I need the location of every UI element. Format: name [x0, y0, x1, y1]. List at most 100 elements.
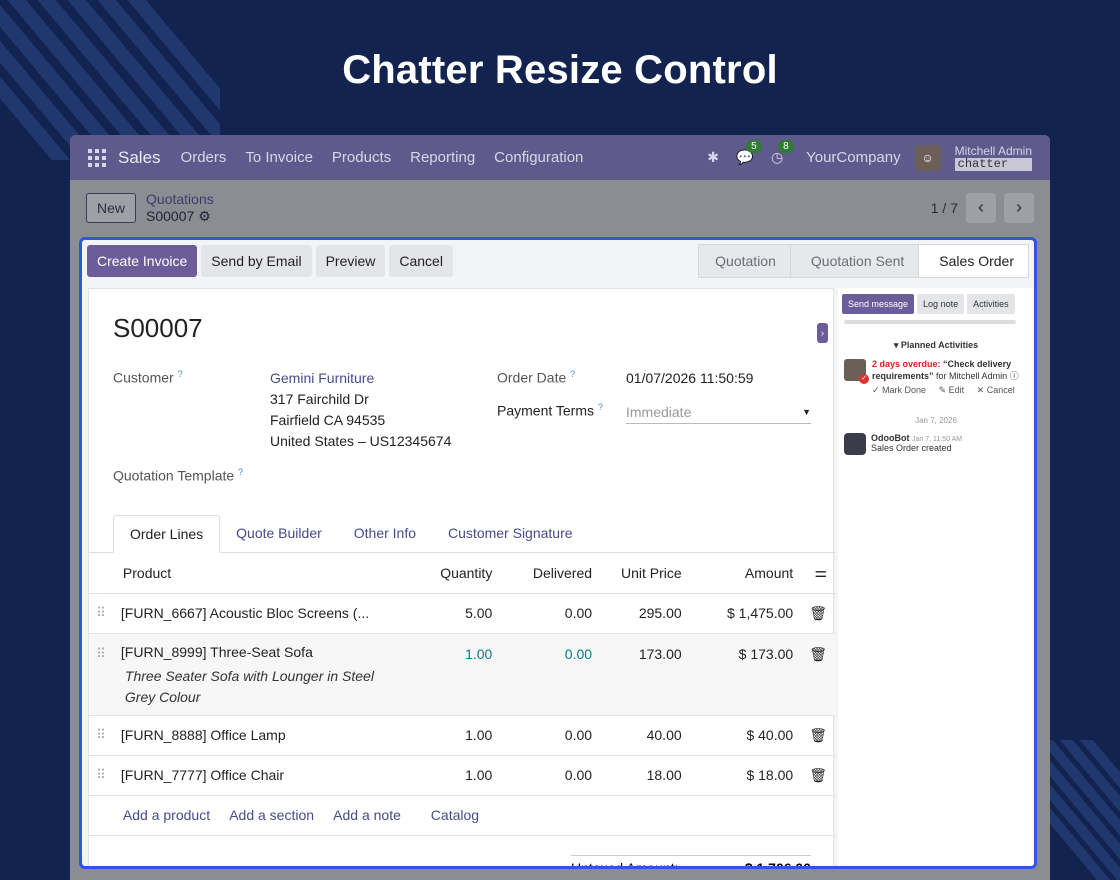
chatter-resize-handle[interactable] [844, 320, 1016, 324]
col-quantity[interactable]: Quantity [410, 553, 501, 594]
trash-icon[interactable]: 🗑 [801, 715, 835, 756]
activities-clock-icon[interactable]: ◷ 8 [768, 139, 794, 167]
customer-block: Gemini Furniture 317 Fairchild Dr Fairfi… [270, 368, 451, 452]
line-product[interactable]: [FURN_6667] Acoustic Bloc Screens (... [112, 593, 411, 634]
top-navbar: Sales Orders To Invoice Products Reporti… [70, 135, 1050, 180]
overdue-text: 2 days overdue: [872, 359, 941, 369]
line-qty[interactable]: 1.00 [410, 633, 501, 716]
line-delivered[interactable]: 0.00 [500, 593, 601, 634]
line-qty[interactable]: 1.00 [410, 715, 501, 756]
send-by-email-button[interactable]: Send by Email [201, 245, 312, 277]
preview-button[interactable]: Preview [315, 245, 386, 277]
mark-done-link[interactable]: ✓ Mark Done [872, 385, 931, 395]
info-icon[interactable]: ⓘ [1010, 371, 1019, 381]
breadcrumb-parent[interactable]: Quotations [146, 191, 214, 208]
line-delivered[interactable]: 0.00 [500, 633, 601, 716]
tab-quote-builder[interactable]: Quote Builder [220, 515, 338, 552]
order-date-value[interactable]: 01/07/2026 11:50:59 [626, 368, 753, 389]
menu-reporting[interactable]: Reporting [410, 149, 475, 166]
pager-value[interactable]: 1 / 7 [931, 200, 958, 216]
table-row[interactable]: ⠿ [FURN_6667] Acoustic Bloc Screens (...… [89, 593, 835, 634]
line-price[interactable]: 40.00 [600, 715, 690, 756]
line-qty[interactable]: 5.00 [410, 593, 501, 634]
payment-terms-select[interactable]: Immediate ▼ [626, 402, 811, 424]
table-row[interactable]: ⠿ [FURN_8999] Three-Seat Sofa Three Seat… [89, 633, 835, 716]
menu-products[interactable]: Products [332, 149, 391, 166]
col-delivered[interactable]: Delivered [500, 553, 601, 594]
activity-item: ✓ 2 days overdue: “Check delivery requir… [838, 351, 1034, 404]
trash-icon[interactable]: 🗑 [801, 633, 835, 716]
menu-configuration[interactable]: Configuration [494, 149, 583, 166]
debug-bug-icon[interactable]: ✱ [704, 149, 722, 167]
quotation-template-label: Quotation Template ? [113, 467, 244, 484]
trash-icon[interactable]: 🗑 [801, 755, 835, 796]
activities-badge: 8 [778, 139, 794, 153]
line-product[interactable]: [FURN_8999] Three-Seat Sofa [121, 644, 403, 660]
line-delivered[interactable]: 0.00 [500, 755, 601, 796]
stage-quotation[interactable]: Quotation [698, 244, 791, 278]
line-amount: $ 173.00 [689, 633, 802, 716]
planned-activities-toggle[interactable]: ▾ Planned Activities [838, 340, 1034, 351]
catalog-link[interactable]: Catalog [431, 807, 479, 823]
line-price[interactable]: 173.00 [600, 633, 690, 716]
activities-button[interactable]: Activities [967, 294, 1015, 314]
company-switcher[interactable]: YourCompany [806, 149, 901, 166]
create-invoice-button[interactable]: Create Invoice [87, 245, 198, 277]
add-note-link[interactable]: Add a note [333, 807, 401, 823]
line-qty[interactable]: 1.00 [410, 755, 501, 796]
line-price[interactable]: 295.00 [600, 593, 690, 634]
menu-orders[interactable]: Orders [181, 149, 227, 166]
add-product-link[interactable]: Add a product [123, 807, 210, 823]
table-row[interactable]: ⠿ [FURN_7777] Office Chair 1.00 0.00 18.… [89, 755, 835, 796]
new-button[interactable]: New [86, 192, 137, 223]
form-view-highlight: Create Invoice Send by Email Preview Can… [79, 237, 1037, 869]
col-product[interactable]: Product [112, 553, 411, 594]
tab-other-info[interactable]: Other Info [338, 515, 432, 552]
trash-icon[interactable]: 🗑 [801, 593, 835, 634]
message-body: Sales Order created [871, 443, 952, 453]
pager-next-button[interactable]: › [1004, 192, 1034, 223]
col-unit-price[interactable]: Unit Price [600, 553, 690, 594]
line-price[interactable]: 18.00 [600, 755, 690, 796]
stage-quotation-sent[interactable]: Quotation Sent [789, 244, 920, 278]
line-description: Three Seater Sofa with Lounger in Steel … [124, 667, 374, 705]
cancel-button[interactable]: Cancel [389, 245, 453, 277]
drag-handle-icon[interactable]: ⠿ [89, 633, 113, 716]
cancel-activity-link[interactable]: ✕ Cancel [977, 385, 1020, 395]
address-line-1: 317 Fairchild Dr [270, 391, 369, 407]
app-name[interactable]: Sales [118, 148, 161, 168]
table-row[interactable]: ⠿ [FURN_8888] Office Lamp 1.00 0.00 40.0… [89, 715, 835, 756]
optional-columns-icon[interactable]: ⚌ [801, 553, 835, 594]
edit-link[interactable]: ✎ Edit [939, 385, 970, 395]
stage-sales-order[interactable]: Sales Order [918, 244, 1029, 278]
help-icon: ? [238, 467, 244, 477]
customer-link[interactable]: Gemini Furniture [270, 368, 451, 389]
menu-to-invoice[interactable]: To Invoice [245, 149, 313, 166]
order-lines-table: Product Quantity Delivered Unit Price Am… [89, 553, 835, 836]
database-name: chatter [954, 157, 1032, 171]
apps-grid-icon[interactable] [88, 148, 106, 167]
help-icon: ? [570, 369, 576, 379]
drag-handle-icon[interactable]: ⠿ [89, 755, 113, 796]
chatter-resize-chevron-icon[interactable]: › [817, 323, 828, 343]
user-avatar[interactable]: ☺ [914, 144, 941, 171]
tab-customer-signature[interactable]: Customer Signature [432, 515, 589, 552]
drag-handle-icon[interactable]: ⠿ [89, 715, 113, 756]
activity-avatar: ✓ [844, 359, 869, 384]
line-product[interactable]: [FURN_8888] Office Lamp [112, 715, 411, 756]
send-message-button[interactable]: Send message [842, 294, 915, 314]
col-amount[interactable]: Amount [689, 553, 802, 594]
payment-terms-placeholder: Immediate [626, 404, 692, 420]
untaxed-value: $ 1,706.00 [744, 860, 811, 869]
log-note-button[interactable]: Log note [917, 294, 965, 314]
tab-order-lines[interactable]: Order Lines [113, 515, 221, 553]
messages-icon[interactable]: 💬 5 [736, 139, 762, 167]
drag-handle-icon[interactable]: ⠿ [89, 593, 113, 634]
pager-prev-button[interactable]: ‹ [966, 192, 996, 223]
line-delivered[interactable]: 0.00 [500, 715, 601, 756]
gear-icon[interactable]: ⚙ [198, 208, 211, 224]
add-section-link[interactable]: Add a section [229, 807, 314, 823]
help-icon: ? [597, 402, 603, 412]
user-menu[interactable]: Mitchell Admin chatter [954, 144, 1032, 171]
line-product[interactable]: [FURN_7777] Office Chair [112, 755, 411, 796]
